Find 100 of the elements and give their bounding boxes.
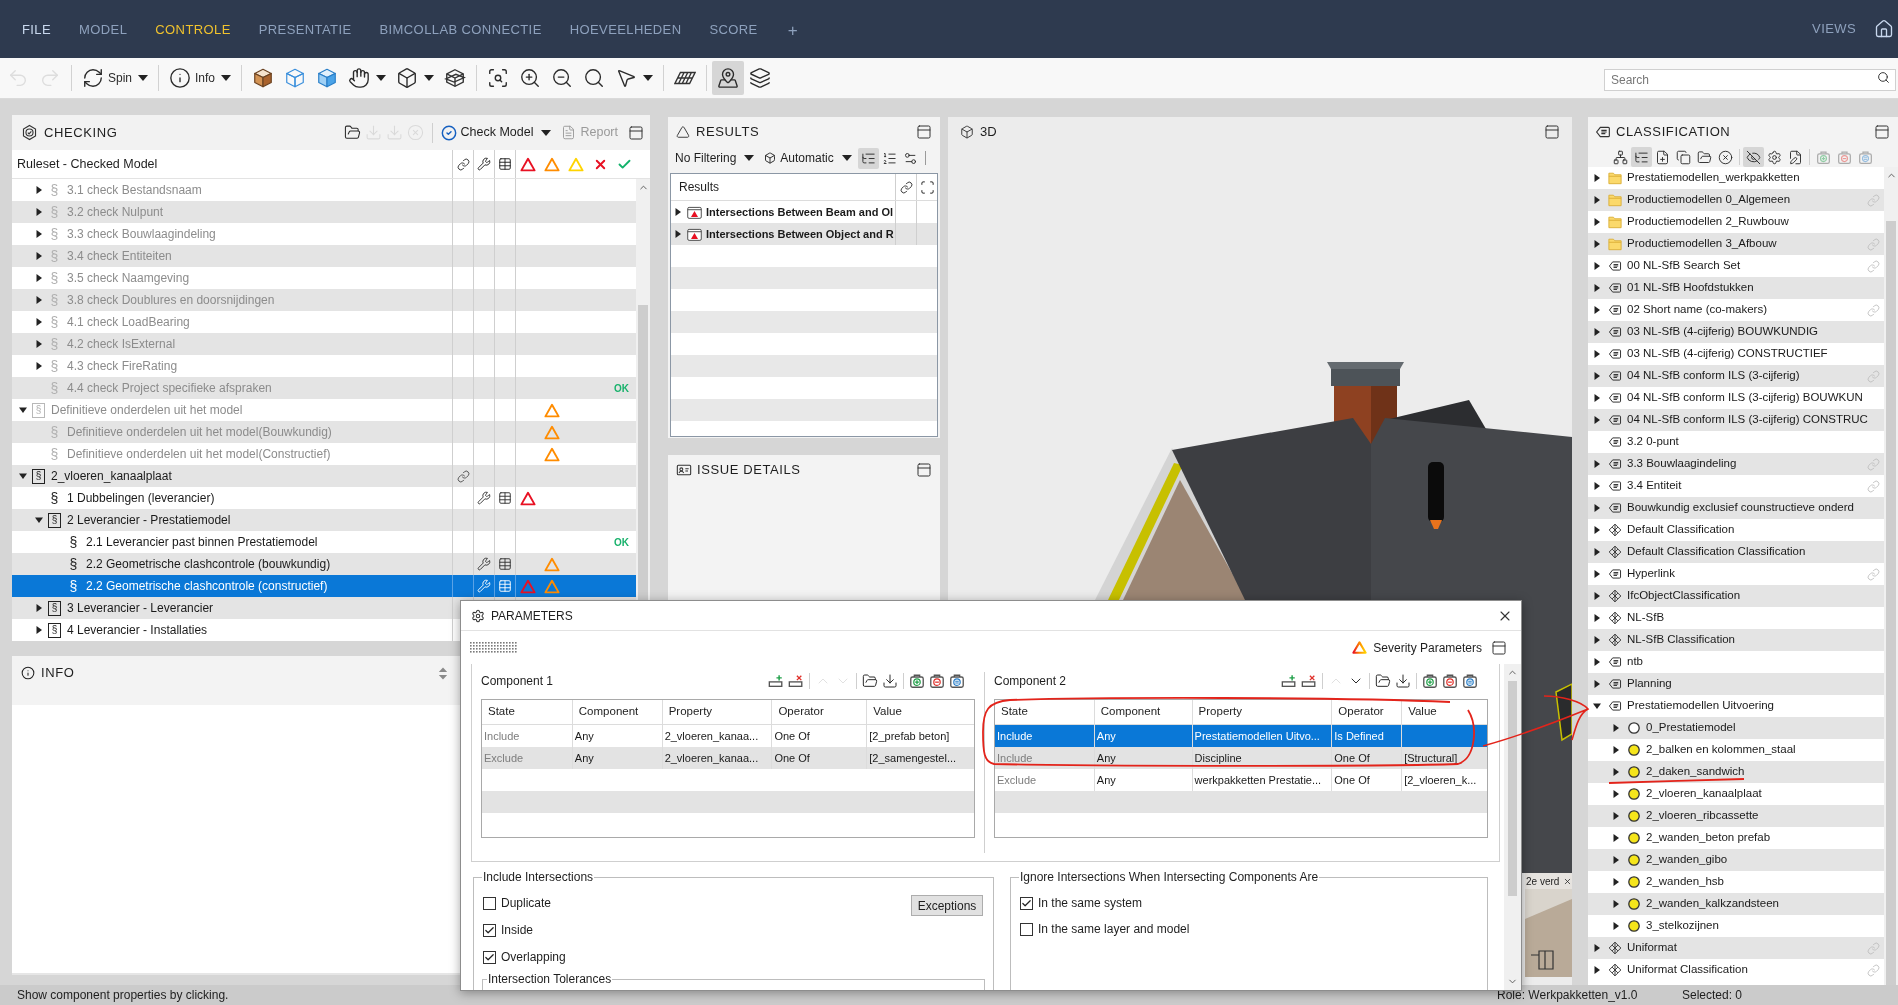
- exceptions-button[interactable]: Exceptions: [911, 895, 983, 916]
- rule-label[interactable]: 4 Leverancier - Installaties: [67, 621, 208, 639]
- table-row[interactable]: Include Any Discipline One Of [Structural]: [995, 747, 1487, 769]
- menu-tab[interactable]: BIMCOLLAB CONNECTIE: [379, 14, 542, 44]
- close-icon[interactable]: [1563, 876, 1572, 886]
- checkbox[interactable]: [1020, 896, 1033, 910]
- caret-right-icon[interactable]: [1593, 680, 1601, 688]
- menu-tab[interactable]: MODEL: [79, 14, 128, 44]
- classification-label[interactable]: 04 NL-SfB conform ILS (3-cijferig) BOUWKUN: [1627, 389, 1863, 407]
- classification-label[interactable]: Hyperlink: [1627, 565, 1675, 583]
- caret-right-icon[interactable]: [1593, 526, 1601, 534]
- caret-right-icon[interactable]: [1593, 614, 1601, 622]
- filter-dropdown[interactable]: No Filtering: [675, 148, 755, 168]
- add-tab-button[interactable]: +: [787, 14, 798, 44]
- house-icon[interactable]: [1874, 19, 1894, 39]
- tree-row[interactable]: 2_daken_sandwich: [1588, 761, 1884, 783]
- wrench-icon[interactable]: [477, 491, 491, 505]
- classification-label[interactable]: 2_vloeren_ribcassette: [1646, 807, 1759, 825]
- caret-right-icon[interactable]: [1612, 812, 1620, 820]
- window-icon[interactable]: [1544, 124, 1560, 140]
- tree-row[interactable]: 04 NL-SfB conform ILS (3-cijferig) CONSTRUC: [1588, 409, 1884, 431]
- caret-right-icon[interactable]: [1612, 878, 1620, 886]
- menu-tab[interactable]: HOEVEELHEDEN: [569, 14, 682, 44]
- caret-right-icon[interactable]: [674, 230, 682, 238]
- table-row[interactable]: Include Any Prestatiemodellen Uitvo... Is Defined: [995, 725, 1487, 747]
- tree-row[interactable]: 3.3 Bouwlaagindeling: [1588, 453, 1884, 475]
- caret-right-icon[interactable]: [1593, 966, 1601, 974]
- caret-right-icon[interactable]: [1612, 724, 1620, 732]
- classification-label[interactable]: IfcObjectClassification: [1627, 587, 1741, 605]
- window-icon[interactable]: [916, 462, 932, 478]
- classification-label[interactable]: 03 NL-SfB (4-cijferig) BOUWKUNDIG: [1627, 323, 1819, 341]
- classification-label[interactable]: Productiemodellen 2_Ruwbouw: [1627, 213, 1789, 231]
- tree-row[interactable]: IfcObjectClassification: [1588, 585, 1884, 607]
- classification-label[interactable]: 2_wanden_hsb: [1646, 873, 1724, 891]
- classification-label[interactable]: Uniformat: [1627, 939, 1677, 957]
- caret-right-icon[interactable]: [1612, 922, 1620, 930]
- classification-label[interactable]: Bouwkundig exclusief counstructieve onderd: [1627, 499, 1854, 517]
- classification-label[interactable]: 3.4 Entiteit: [1627, 477, 1682, 495]
- caret-right-icon[interactable]: [1612, 856, 1620, 864]
- classification-label[interactable]: 2_daken_sandwich: [1646, 763, 1745, 781]
- caret-right-icon[interactable]: [1593, 944, 1601, 952]
- table-row[interactable]: Exclude Any 2_vloeren_kanaa... One Of [2_samengestel...: [482, 747, 974, 769]
- window-icon[interactable]: [1491, 639, 1507, 656]
- tree-row[interactable]: 0_Prestatiemodel: [1588, 717, 1884, 739]
- tree-row[interactable]: 2_vloeren_ribcassette: [1588, 805, 1884, 827]
- tree-row[interactable]: Uniformat: [1588, 937, 1884, 959]
- eye-off-button[interactable]: [1743, 147, 1764, 167]
- classification-label[interactable]: Productiemodellen 0_Algemeen: [1627, 191, 1791, 209]
- caret-down-icon[interactable]: [19, 472, 27, 480]
- classification-label[interactable]: NL-SfB Classification: [1627, 631, 1735, 649]
- tree-row[interactable]: 04 NL-SfB conform ILS (3-cijferig): [1588, 365, 1884, 387]
- tree-row[interactable]: Planning: [1588, 673, 1884, 695]
- classification-label[interactable]: 2_vloeren_kanaalplaat: [1646, 785, 1762, 803]
- tree-row[interactable]: 2_wanden_kalkzandsteen: [1588, 893, 1884, 915]
- checkbox[interactable]: [483, 923, 496, 937]
- rule-label[interactable]: 1 Dubbelingen (leverancier): [67, 489, 215, 507]
- tree-row[interactable]: NL-SfB Classification: [1588, 629, 1884, 651]
- classification-label[interactable]: Uniformat Classification: [1627, 961, 1748, 979]
- classification-label[interactable]: Productiemodellen 3_Afbouw: [1627, 235, 1777, 253]
- caret-right-icon[interactable]: [1593, 460, 1601, 468]
- window-icon[interactable]: [1874, 124, 1890, 140]
- caret-right-icon[interactable]: [1612, 834, 1620, 842]
- caret-right-icon[interactable]: [1593, 658, 1601, 666]
- menu-tab[interactable]: SCORE: [709, 14, 758, 44]
- menu-tab[interactable]: CONTROLE: [155, 14, 231, 44]
- window-icon[interactable]: [628, 124, 644, 141]
- classification-label[interactable]: 01 NL-SfB Hoofdstukken: [1627, 279, 1754, 297]
- rotate-button[interactable]: Spin: [77, 61, 154, 95]
- caret-right-icon[interactable]: [1593, 504, 1601, 512]
- classification-label[interactable]: Default Classification Classification: [1627, 543, 1806, 561]
- caret-right-icon[interactable]: [1593, 372, 1601, 380]
- drag-grip-icon[interactable]: [470, 642, 517, 653]
- caret-right-icon[interactable]: [1593, 592, 1601, 600]
- tree-view-button[interactable]: [857, 147, 879, 169]
- classification-label[interactable]: 2_wanden_kalkzandsteen: [1646, 895, 1779, 913]
- classification-label[interactable]: 03 NL-SfB (4-cijferig) CONSTRUCTIEF: [1627, 345, 1828, 363]
- tree-view-button[interactable]: [1631, 147, 1652, 167]
- rule-label[interactable]: 2 Leverancier - Prestatiemodel: [67, 511, 231, 529]
- caret-right-icon[interactable]: [1593, 174, 1601, 182]
- caret-right-icon[interactable]: [1612, 790, 1620, 798]
- tree-row[interactable]: Default Classification Classification: [1588, 541, 1884, 563]
- file-menu[interactable]: FILE: [22, 14, 52, 44]
- caret-right-icon[interactable]: [1593, 482, 1601, 490]
- caret-right-icon[interactable]: [1593, 570, 1601, 578]
- caret-right-icon[interactable]: [1593, 240, 1601, 248]
- classification-label[interactable]: 2_wanden_gibo: [1646, 851, 1728, 869]
- classification-label[interactable]: 2_balken en kolommen_staal: [1646, 741, 1796, 759]
- map-pin-button[interactable]: [712, 61, 745, 95]
- caret-right-icon[interactable]: [1612, 746, 1620, 754]
- tree-row[interactable]: 01 NL-SfB Hoofdstukken: [1588, 277, 1884, 299]
- caret-right-icon[interactable]: [1593, 636, 1601, 644]
- classification-label[interactable]: Planning: [1627, 675, 1672, 693]
- classification-label[interactable]: 02 Short name (co-makers): [1627, 301, 1767, 319]
- classification-label[interactable]: 04 NL-SfB conform ILS (3-cijferig) CONSTRUC: [1627, 411, 1868, 429]
- checkbox[interactable]: [483, 896, 496, 910]
- rule-label[interactable]: 3 Leverancier - Leverancier: [67, 599, 214, 617]
- mode-dropdown[interactable]: Automatic: [764, 148, 852, 168]
- caret-right-icon[interactable]: [1593, 548, 1601, 556]
- caret-down-icon[interactable]: [35, 516, 43, 524]
- info-button[interactable]: Info: [164, 61, 237, 95]
